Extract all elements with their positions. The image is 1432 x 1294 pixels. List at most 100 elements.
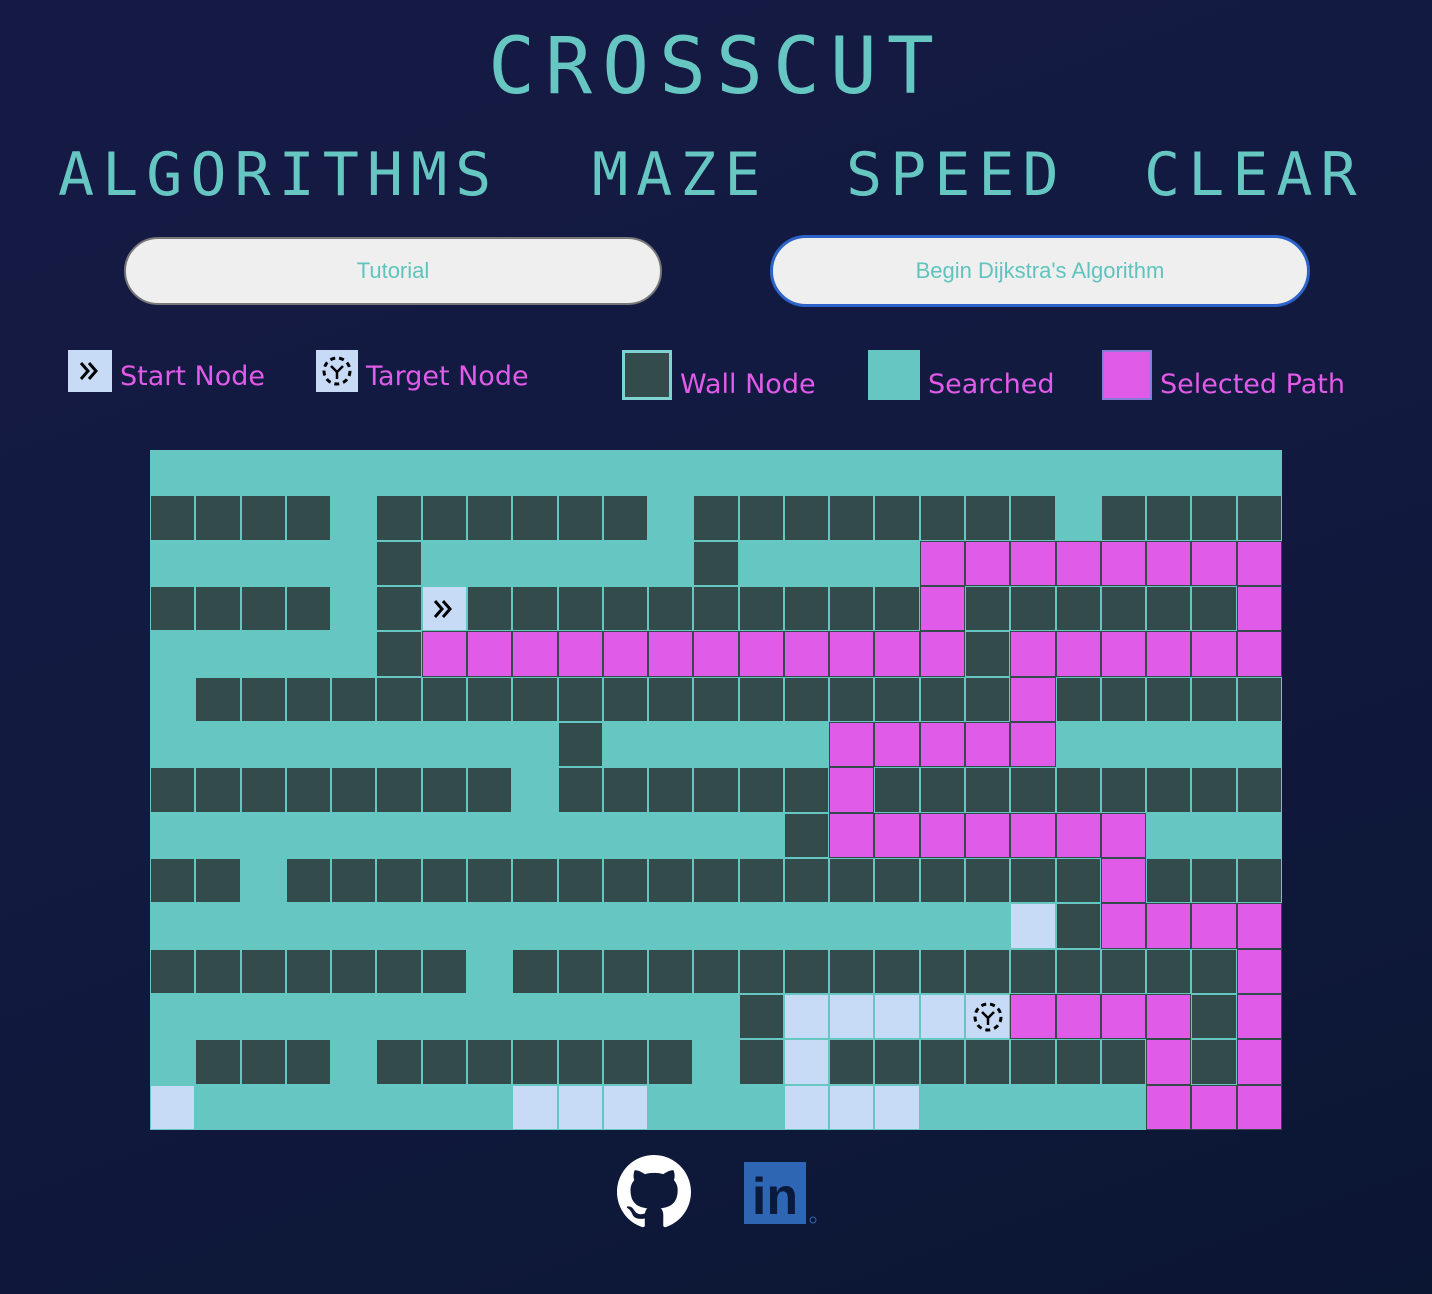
wall-cell[interactable] (1191, 948, 1237, 994)
path-cell[interactable] (1100, 540, 1147, 586)
searched-cell[interactable] (467, 541, 512, 586)
path-cell[interactable] (1055, 993, 1101, 1040)
wall-cell[interactable] (195, 948, 241, 994)
nav-maze[interactable]: MAZE (592, 140, 769, 210)
searched-cell[interactable] (693, 903, 738, 948)
wall-cell[interactable] (738, 767, 784, 813)
path-cell[interactable] (1146, 631, 1192, 677)
wall-cell[interactable] (693, 585, 739, 632)
wall-cell[interactable] (738, 495, 784, 541)
searched-cell[interactable] (150, 677, 195, 722)
searched-cell[interactable] (1191, 813, 1236, 858)
wall-cell[interactable] (783, 676, 830, 722)
searched-cell[interactable] (558, 450, 603, 495)
wall-cell[interactable] (285, 948, 332, 994)
visited-cell[interactable] (602, 1084, 649, 1130)
tutorial-button[interactable]: Tutorial (124, 237, 662, 305)
path-cell[interactable] (965, 540, 1011, 586)
searched-cell[interactable] (422, 994, 467, 1039)
searched-cell[interactable] (376, 450, 421, 495)
wall-cell[interactable] (693, 495, 739, 541)
wall-cell[interactable] (1146, 495, 1192, 541)
wall-cell[interactable] (874, 857, 920, 904)
visited-cell[interactable] (557, 1084, 603, 1130)
searched-cell[interactable] (1056, 495, 1101, 540)
wall-cell[interactable] (285, 676, 332, 722)
searched-cell[interactable] (648, 813, 693, 858)
searched-cell[interactable] (331, 541, 376, 586)
wall-cell[interactable] (240, 767, 286, 813)
wall-cell[interactable] (648, 676, 694, 722)
wall-cell[interactable] (1055, 903, 1101, 949)
maze-grid[interactable] (150, 450, 1282, 1130)
path-cell[interactable] (829, 812, 875, 858)
wall-cell[interactable] (874, 767, 920, 813)
searched-cell[interactable] (784, 722, 829, 767)
wall-cell[interactable] (1010, 948, 1056, 994)
searched-cell[interactable] (739, 813, 784, 858)
searched-cell[interactable] (558, 903, 603, 948)
searched-cell[interactable] (286, 631, 331, 676)
searched-cell[interactable] (467, 450, 512, 495)
path-cell[interactable] (648, 631, 694, 677)
visited-cell[interactable] (512, 1084, 558, 1130)
wall-cell[interactable] (919, 857, 966, 904)
searched-cell[interactable] (739, 722, 784, 767)
searched-cell[interactable] (150, 450, 195, 495)
wall-cell[interactable] (693, 948, 739, 994)
wall-cell[interactable] (648, 857, 694, 904)
path-cell[interactable] (829, 721, 875, 768)
wall-cell[interactable] (874, 676, 920, 722)
wall-cell[interactable] (919, 948, 966, 994)
searched-cell[interactable] (195, 994, 240, 1039)
path-cell[interactable] (1146, 903, 1192, 949)
path-cell[interactable] (1236, 903, 1282, 949)
visited-cell[interactable] (1010, 903, 1056, 949)
searched-cell[interactable] (512, 450, 557, 495)
path-cell[interactable] (1100, 903, 1147, 949)
wall-cell[interactable] (1146, 585, 1192, 632)
visited-cell[interactable] (150, 1084, 196, 1130)
path-cell[interactable] (1146, 1039, 1192, 1085)
searched-cell[interactable] (286, 722, 331, 767)
searched-cell[interactable] (648, 722, 693, 767)
wall-cell[interactable] (919, 676, 966, 722)
wall-cell[interactable] (1236, 676, 1282, 722)
searched-cell[interactable] (693, 994, 738, 1039)
searched-cell[interactable] (376, 994, 421, 1039)
searched-cell[interactable] (1237, 450, 1282, 495)
wall-cell[interactable] (1191, 767, 1237, 813)
searched-cell[interactable] (150, 1039, 195, 1084)
wall-cell[interactable] (783, 812, 830, 858)
visited-cell[interactable] (783, 1039, 830, 1085)
searched-cell[interactable] (603, 541, 648, 586)
searched-cell[interactable] (874, 541, 919, 586)
wall-cell[interactable] (738, 676, 784, 722)
wall-cell[interactable] (1100, 948, 1147, 994)
wall-cell[interactable] (150, 948, 196, 994)
wall-cell[interactable] (331, 948, 377, 994)
searched-cell[interactable] (376, 903, 421, 948)
wall-cell[interactable] (376, 631, 422, 677)
searched-cell[interactable] (1010, 450, 1055, 495)
wall-cell[interactable] (376, 857, 422, 904)
searched-cell[interactable] (195, 450, 240, 495)
wall-cell[interactable] (285, 495, 332, 541)
github-icon[interactable] (617, 1155, 691, 1233)
wall-cell[interactable] (557, 721, 603, 768)
wall-cell[interactable] (1055, 767, 1101, 813)
wall-cell[interactable] (965, 495, 1011, 541)
searched-cell[interactable] (512, 767, 557, 812)
searched-cell[interactable] (331, 994, 376, 1039)
wall-cell[interactable] (965, 1039, 1011, 1085)
wall-cell[interactable] (466, 495, 513, 541)
searched-cell[interactable] (331, 631, 376, 676)
wall-cell[interactable] (1191, 676, 1237, 722)
wall-cell[interactable] (240, 676, 286, 722)
wall-cell[interactable] (1010, 1039, 1056, 1085)
searched-cell[interactable] (331, 722, 376, 767)
path-cell[interactable] (1010, 812, 1056, 858)
wall-cell[interactable] (783, 857, 830, 904)
searched-cell[interactable] (1056, 722, 1101, 767)
wall-cell[interactable] (376, 948, 422, 994)
